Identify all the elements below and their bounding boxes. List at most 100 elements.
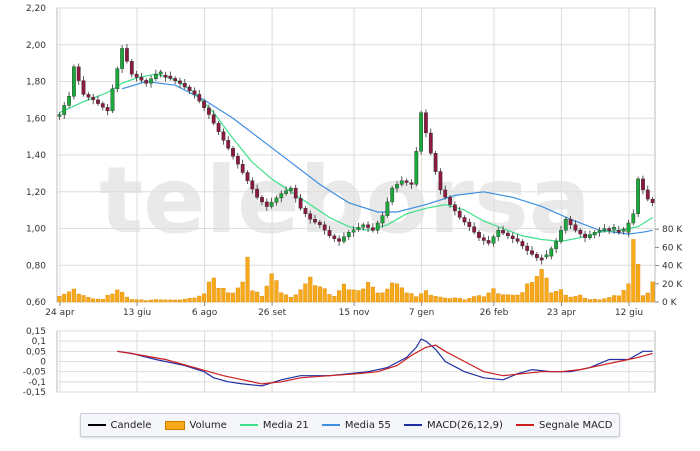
volume-bar (62, 293, 67, 303)
candle (424, 109, 428, 138)
volume-bar (525, 283, 530, 303)
candle-body (375, 222, 380, 231)
volume-bar (240, 281, 245, 303)
candle-body (317, 221, 322, 226)
volume-bar (491, 288, 496, 303)
candle-body (424, 112, 428, 134)
date-tick-label: 13 giu (123, 308, 151, 318)
candle (650, 196, 655, 207)
candle (134, 70, 139, 82)
volume-bar (621, 290, 626, 303)
candle (81, 76, 86, 97)
candle-body (57, 114, 62, 117)
candle-body (645, 189, 650, 200)
date-axis: 24 apr 13 giu 6 ago 26 set 15 nov 7 gen 26 feb… (45, 302, 643, 318)
legend-label: Media 55 (344, 419, 391, 431)
price-axis: 2,20 2,00 1,80 1,60 1,40 1,20 1,00 0,80 0,60 (26, 4, 46, 308)
candle-body (134, 73, 139, 78)
volume-bar (356, 290, 361, 303)
candle (539, 254, 544, 265)
candle-body (100, 103, 105, 108)
candle-body (96, 99, 100, 104)
volume-bar (91, 298, 96, 303)
volume-bar (279, 292, 284, 303)
candle-body (380, 215, 385, 224)
candle-body (81, 80, 86, 95)
volume-bar (544, 277, 549, 303)
volume-bar (404, 292, 409, 303)
candle-body (91, 96, 96, 101)
volume-bar (269, 273, 274, 303)
price-tick-label: 1,60 (26, 114, 46, 124)
volume-bar (221, 288, 226, 303)
candle-body (105, 106, 110, 112)
volume-bar (337, 290, 342, 303)
candle-body (554, 241, 559, 249)
candle-body (371, 227, 375, 231)
candle (124, 44, 129, 64)
candle-body (250, 180, 255, 190)
candle-body (211, 114, 216, 124)
volume-bar (501, 294, 506, 303)
candle-body (457, 210, 462, 218)
macd-tick-label: 0 (40, 358, 46, 368)
candle-body (510, 235, 515, 239)
candle-body (616, 230, 621, 233)
candle-body (535, 253, 539, 259)
candle-body (245, 172, 250, 182)
volume-bar (395, 283, 400, 303)
volume-bar (124, 296, 129, 303)
volume-bar (202, 293, 207, 303)
candle-body (626, 222, 631, 233)
candle-body (356, 227, 361, 230)
candle-body (115, 68, 120, 89)
candle-body (274, 197, 279, 203)
legend-item: Volume (164, 420, 227, 431)
volume-bar (515, 294, 520, 303)
volume-bar (370, 286, 375, 303)
volume-bar (134, 299, 139, 303)
volume-bar (380, 292, 385, 303)
candle (149, 75, 153, 88)
candle (645, 185, 650, 202)
date-tick-label: 15 nov (339, 308, 371, 318)
macd-tick-label: -0,05 (23, 368, 46, 378)
candle (173, 76, 178, 85)
candle-body (221, 131, 226, 141)
volume-bar (534, 276, 539, 303)
candle-body (477, 231, 481, 238)
legend-item: Media 55 (321, 419, 391, 431)
volume-bar (520, 292, 525, 303)
candle (144, 78, 149, 87)
candle-body (144, 80, 149, 84)
volume-bar (197, 295, 202, 303)
volume-tick-label: 40 K (662, 262, 683, 272)
candle-body (399, 180, 404, 185)
date-tick-label: 12 giu (615, 308, 643, 318)
candle-body (366, 224, 370, 228)
candle (115, 66, 120, 93)
volume-bar (592, 298, 597, 303)
candle-body (289, 187, 293, 192)
volume-bar (452, 297, 457, 303)
volume-bar (505, 294, 511, 303)
volume-bar (486, 292, 491, 303)
candle-body (448, 197, 452, 205)
volume-bar (443, 297, 448, 303)
candle-body (322, 224, 327, 231)
candle (129, 59, 134, 78)
legend-swatch (516, 424, 535, 426)
legend-label: Candele (110, 419, 152, 431)
candle (71, 64, 76, 100)
candle-body (182, 83, 187, 88)
macd-tick-label: 0,1 (32, 337, 46, 347)
candle (105, 103, 110, 116)
legend-label: MACD(26,12,9) (426, 419, 503, 431)
macd-tick-label: 0,05 (26, 347, 46, 357)
volume-bar (115, 289, 120, 303)
volume-bar (448, 298, 453, 303)
macd-panel (56, 330, 656, 393)
volume-bar (76, 293, 81, 303)
candle-body (602, 228, 607, 231)
candle-body (544, 254, 549, 258)
